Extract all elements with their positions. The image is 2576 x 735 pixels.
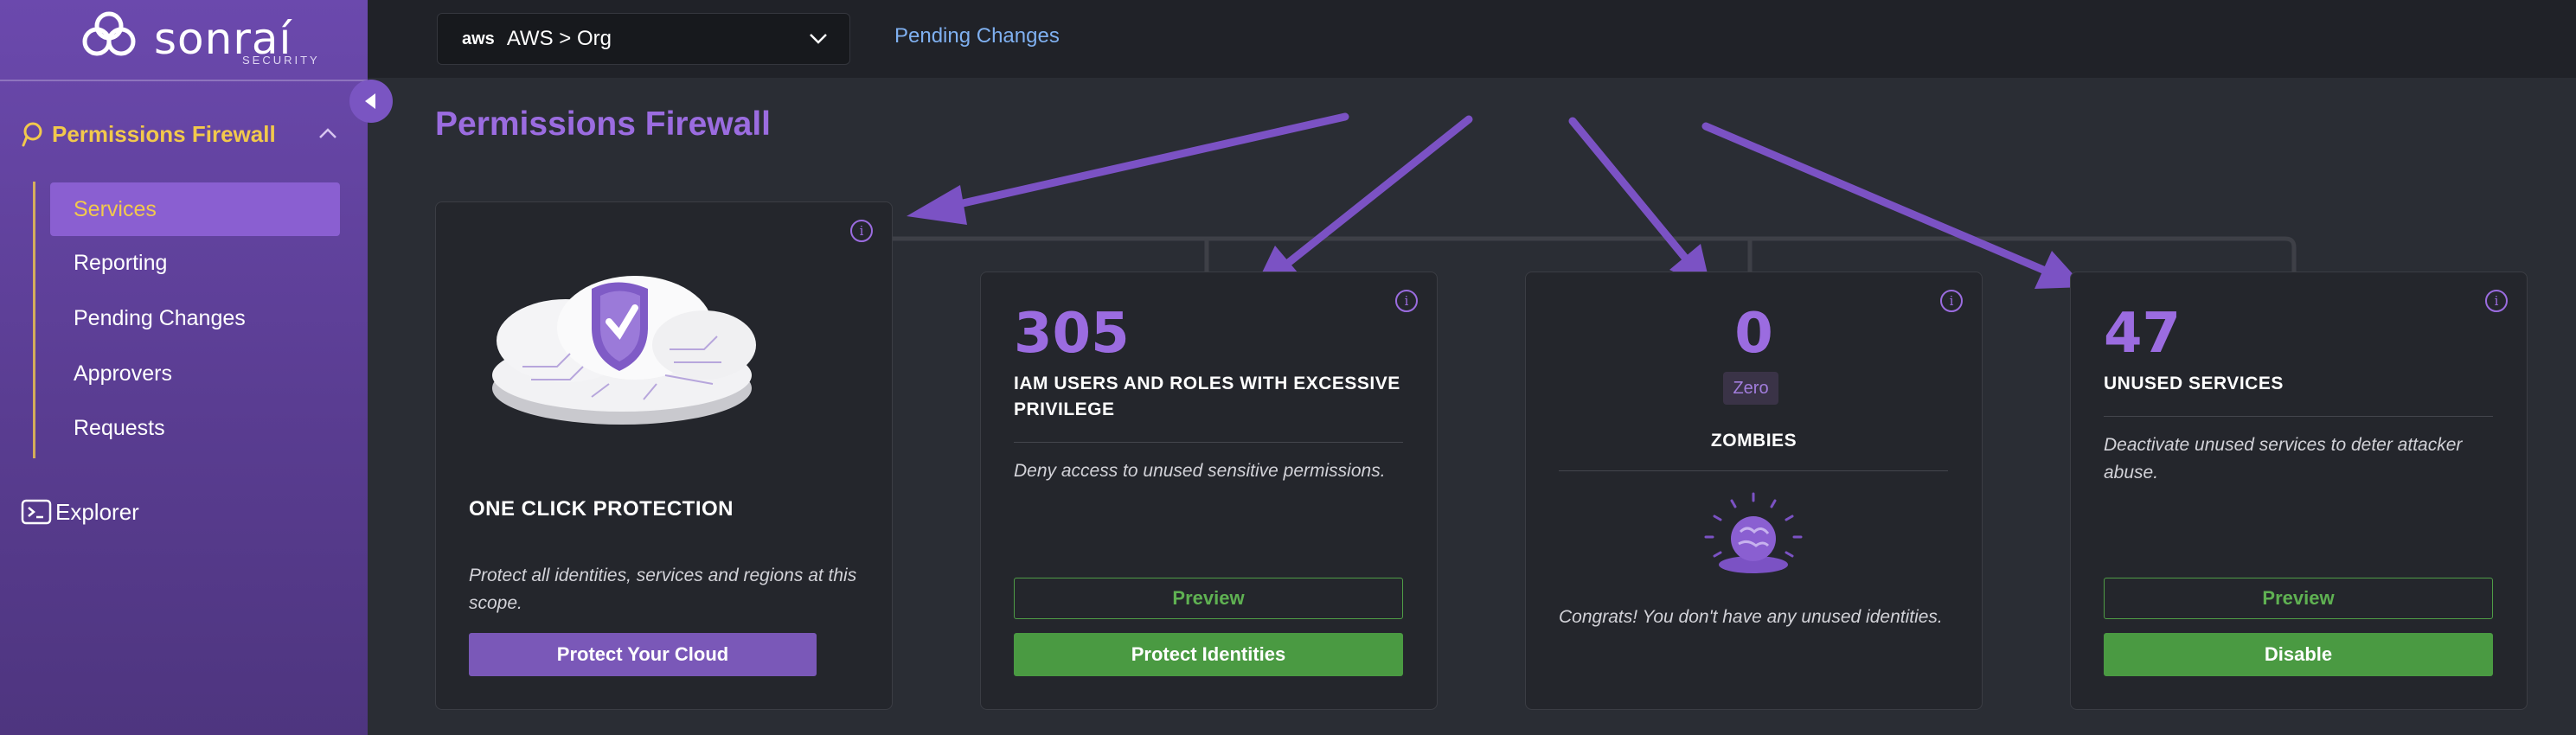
annotation-arrow (947, 112, 1349, 210)
page-title: Permissions Firewall (435, 105, 772, 143)
protect-identities-button[interactable]: Protect Identities (1014, 633, 1403, 676)
firewall-icon (22, 122, 42, 147)
triangle-left-icon (365, 93, 375, 109)
connector-line (888, 236, 2297, 272)
sidebar-item-label: Pending Changes (74, 305, 246, 330)
divider (2104, 416, 2493, 417)
sidebar-item-label: Explorer (55, 498, 139, 525)
annotation-arrow (1283, 115, 1473, 268)
preview-button[interactable]: Preview (2104, 578, 2493, 619)
chevron-up-icon[interactable] (317, 123, 339, 145)
card-heading: ZOMBIES (1710, 431, 1797, 451)
excessive-privilege-card: i 305 IAM USERS AND ROLES WITH EXCESSIVE… (980, 272, 1438, 710)
annotation-arrow-head (907, 185, 967, 225)
info-icon[interactable]: i (2485, 290, 2508, 312)
sidebar-item-explorer[interactable]: Explorer (17, 489, 346, 535)
card-heading: UNUSED SERVICES (2104, 374, 2284, 393)
sidebar-item-label: Services (74, 196, 157, 221)
zombies-count: 0 (1734, 302, 1773, 366)
nav-section-permissions-firewall[interactable]: Permissions Firewall (17, 112, 346, 156)
scope-selector[interactable]: aws AWS > Org (437, 13, 850, 65)
card-description: Congrats! You don't have any unused iden… (1559, 607, 1943, 627)
excessive-privilege-count: 305 (1014, 302, 1130, 366)
sidebar-item-label: Requests (74, 415, 165, 440)
nav-tree-line (33, 182, 35, 458)
terminal-icon (21, 499, 52, 525)
annotation-arrow (1701, 122, 2047, 274)
sidebar-item-services[interactable]: Services (50, 182, 340, 236)
chevron-down-icon (810, 34, 827, 44)
sidebar-item-pending-changes[interactable]: Pending Changes (50, 291, 340, 345)
unused-services-count: 47 (2104, 302, 2182, 366)
protect-your-cloud-button[interactable]: Protect Your Cloud (469, 633, 817, 676)
one-click-protection-card: i ONE CLICK PROTECTION Protect all ident… (435, 201, 893, 710)
preview-button[interactable]: Preview (1014, 578, 1403, 619)
sidebar-item-approvers[interactable]: Approvers (50, 347, 340, 400)
card-heading: ONE CLICK PROTECTION (469, 497, 734, 521)
nav-section-label: Permissions Firewall (52, 120, 276, 147)
sidebar-item-label: Reporting (74, 250, 168, 275)
sidebar-item-reporting[interactable]: Reporting (50, 236, 340, 290)
sidebar-divider (0, 80, 368, 81)
sidebar: sonraí SECURITY Permissions Firewall Ser… (0, 0, 368, 735)
unused-services-card: i 47 UNUSED SERVICES Deactivate unused s… (2070, 272, 2528, 710)
aws-logo-icon: aws (462, 29, 495, 48)
scope-label: AWS > Org (506, 27, 612, 50)
card-description: Deactivate unused services to deter atta… (2104, 435, 2463, 483)
disable-button[interactable]: Disable (2104, 633, 2493, 676)
sonrai-logo-icon (82, 11, 136, 56)
zombie-brain-icon (1704, 492, 1803, 573)
zero-badge: Zero (1723, 372, 1778, 405)
info-icon[interactable]: i (1395, 290, 1418, 312)
card-description: Protect all identities, services and reg… (469, 566, 857, 613)
annotation-arrow (1568, 117, 1689, 262)
zombies-card: i 0 ZOMBIES Congrats! You don't have any… (1525, 272, 1983, 710)
sidebar-item-requests[interactable]: Requests (50, 401, 340, 455)
sonrai-logo[interactable]: sonraí SECURITY (78, 9, 317, 69)
info-icon[interactable]: i (850, 220, 873, 242)
pending-changes-link[interactable]: Pending Changes (894, 24, 1060, 48)
collapse-sidebar-button[interactable] (349, 80, 393, 123)
card-description: Deny access to unused sensitive permissi… (1014, 461, 1386, 481)
sidebar-item-label: Approvers (74, 361, 172, 386)
cloud-shield-illustration (492, 276, 756, 425)
divider (1014, 442, 1403, 443)
brand-sub: SECURITY (242, 54, 320, 67)
card-heading: IAM USERS AND ROLES WITH EXCESSIVE PRIVI… (1014, 374, 1400, 419)
divider (1559, 470, 1948, 471)
